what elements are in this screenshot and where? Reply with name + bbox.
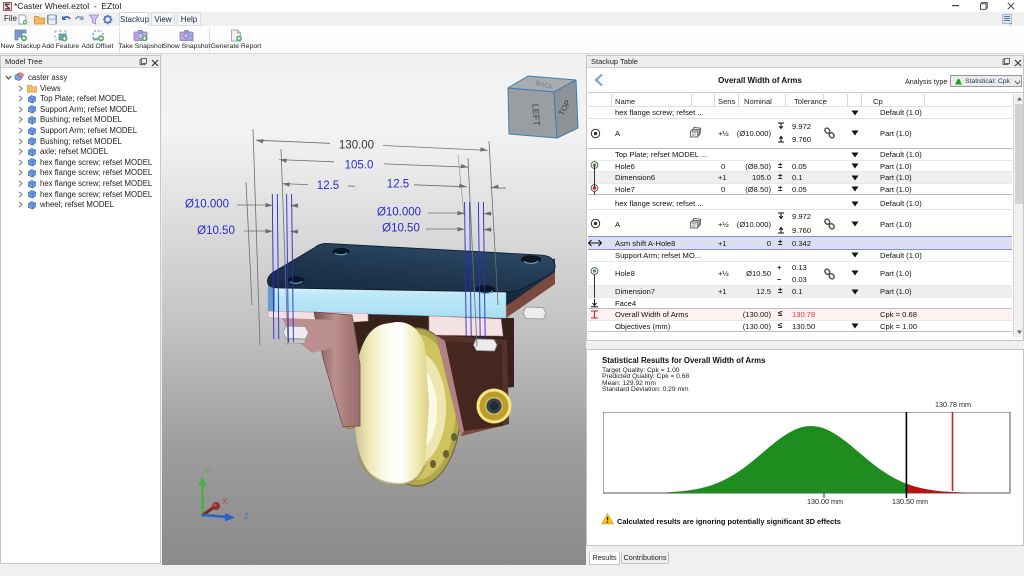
svg-text:12.5: 12.5 <box>317 180 339 192</box>
svg-text:X: X <box>222 497 228 506</box>
svg-text:Ø10.000: Ø10.000 <box>377 207 421 219</box>
svg-text:Y: Y <box>205 467 211 476</box>
svg-text:105.0: 105.0 <box>345 160 374 172</box>
svg-text:Z: Z <box>244 512 249 521</box>
svg-text:Ø10.50: Ø10.50 <box>382 223 420 235</box>
svg-text:Ø10.000: Ø10.000 <box>185 199 229 211</box>
svg-text:12.5: 12.5 <box>387 179 409 191</box>
svg-text:130.00: 130.00 <box>339 140 374 152</box>
svg-text:LEFT: LEFT <box>530 104 541 127</box>
svg-text:Ø10.50: Ø10.50 <box>197 225 235 237</box>
